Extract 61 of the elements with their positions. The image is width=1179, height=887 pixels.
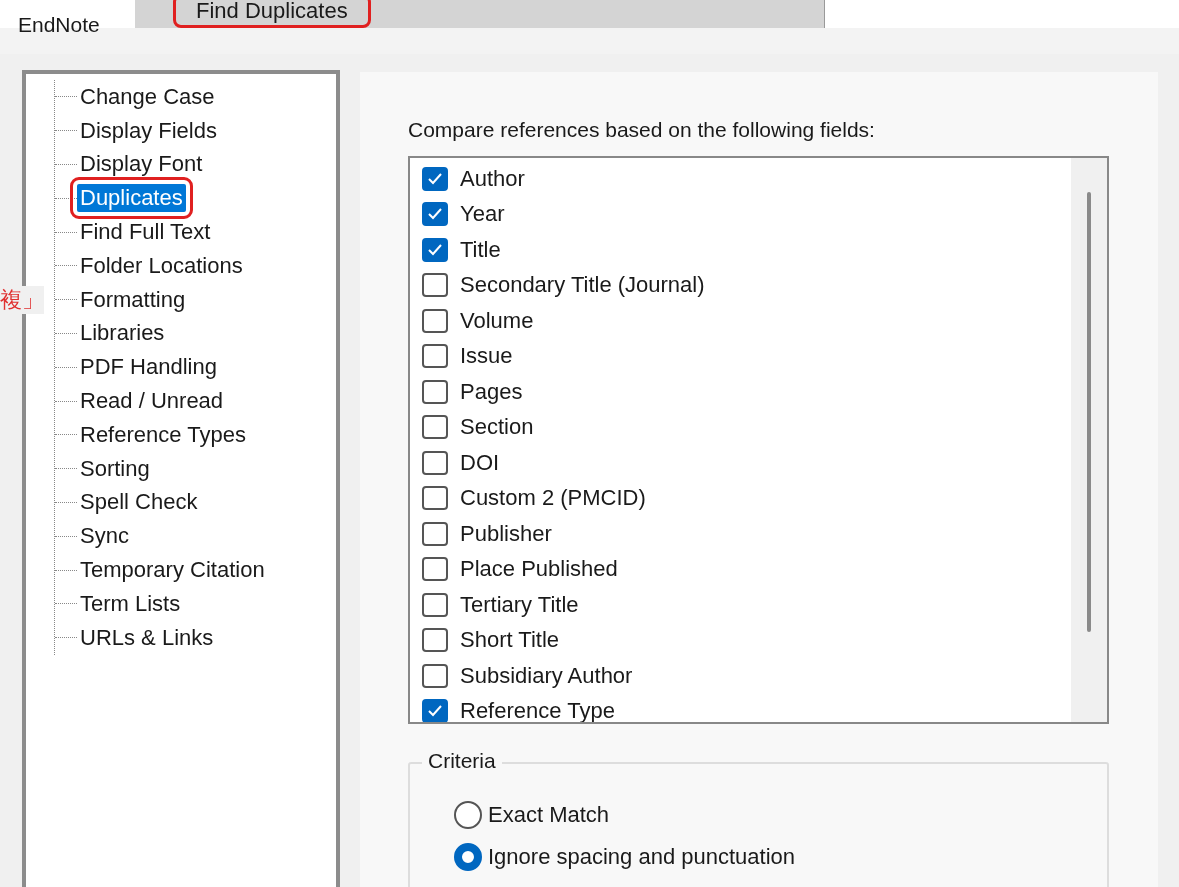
tree-item[interactable]: Temporary Citation	[77, 556, 268, 585]
checkbox[interactable]	[422, 202, 448, 227]
tree-item[interactable]: Formatting	[77, 285, 189, 314]
scrollbar[interactable]	[1071, 158, 1107, 722]
radio-button[interactable]	[454, 843, 482, 871]
radio-button[interactable]	[454, 801, 482, 829]
radio-label: Ignore spacing and punctuation	[488, 843, 795, 871]
checkbox[interactable]	[422, 450, 448, 475]
check-icon	[428, 243, 442, 256]
tree-item[interactable]: Sync	[77, 522, 132, 551]
checkbox[interactable]	[422, 273, 448, 298]
checkbox[interactable]	[422, 521, 448, 546]
checkbox[interactable]	[422, 344, 448, 369]
field-label: Issue	[460, 342, 513, 371]
tree-item[interactable]: Display Fields	[77, 116, 220, 145]
checkbox[interactable]	[422, 237, 448, 262]
radio-label: Exact Match	[488, 801, 610, 829]
field-label: Year	[460, 200, 505, 229]
scrollbar-thumb[interactable]	[1087, 192, 1091, 632]
check-icon	[428, 705, 442, 718]
field-label: Publisher	[460, 519, 552, 548]
checkbox[interactable]	[422, 699, 448, 722]
tree-item[interactable]: PDF Handling	[77, 353, 220, 382]
field-label: Subsidiary Author	[460, 661, 633, 690]
tree-item[interactable]: Find Full Text	[77, 218, 214, 247]
tree-item[interactable]: URLs & Links	[77, 623, 217, 652]
checkbox[interactable]	[422, 592, 448, 617]
field-label: Tertiary Title	[460, 590, 579, 619]
tree-item[interactable]: Read / Unread	[77, 387, 227, 416]
field-label: Author	[460, 164, 525, 193]
checkbox[interactable]	[422, 486, 448, 511]
checkbox[interactable]	[422, 628, 448, 653]
field-label: Reference Type	[460, 697, 615, 722]
checkbox[interactable]	[422, 166, 448, 191]
checkbox[interactable]	[422, 663, 448, 688]
tree-item[interactable]: Sorting	[77, 454, 153, 483]
tree-item[interactable]: Libraries	[77, 319, 168, 348]
checkbox[interactable]	[422, 308, 448, 333]
field-label: Volume	[460, 306, 534, 335]
field-label: Title	[460, 235, 501, 264]
annotation-text: 複」	[0, 286, 44, 314]
window-title: EndNote	[18, 12, 100, 38]
field-label: Secondary Title (Journal)	[460, 271, 705, 300]
check-icon	[428, 208, 442, 221]
field-label: Place Published	[460, 555, 618, 584]
checkbox[interactable]	[422, 415, 448, 440]
checkbox[interactable]	[422, 379, 448, 404]
field-label: Custom 2 (PMCID)	[460, 484, 646, 513]
tree-item[interactable]: Folder Locations	[77, 251, 246, 280]
field-label: DOI	[460, 448, 500, 477]
check-icon	[428, 172, 442, 185]
tree-item[interactable]: Spell Check	[77, 488, 201, 517]
tree-item[interactable]: Change Case	[77, 82, 218, 111]
tree-item[interactable]: Term Lists	[77, 589, 184, 618]
field-label: Short Title	[460, 626, 560, 655]
field-label: Section	[460, 413, 534, 442]
tree-item[interactable]: Reference Types	[77, 420, 249, 449]
field-label: Pages	[460, 377, 523, 406]
checkbox[interactable]	[422, 557, 448, 582]
tree-item[interactable]: Display Font	[77, 150, 206, 179]
fields-label: Compare references based on the following fields:	[408, 117, 876, 143]
